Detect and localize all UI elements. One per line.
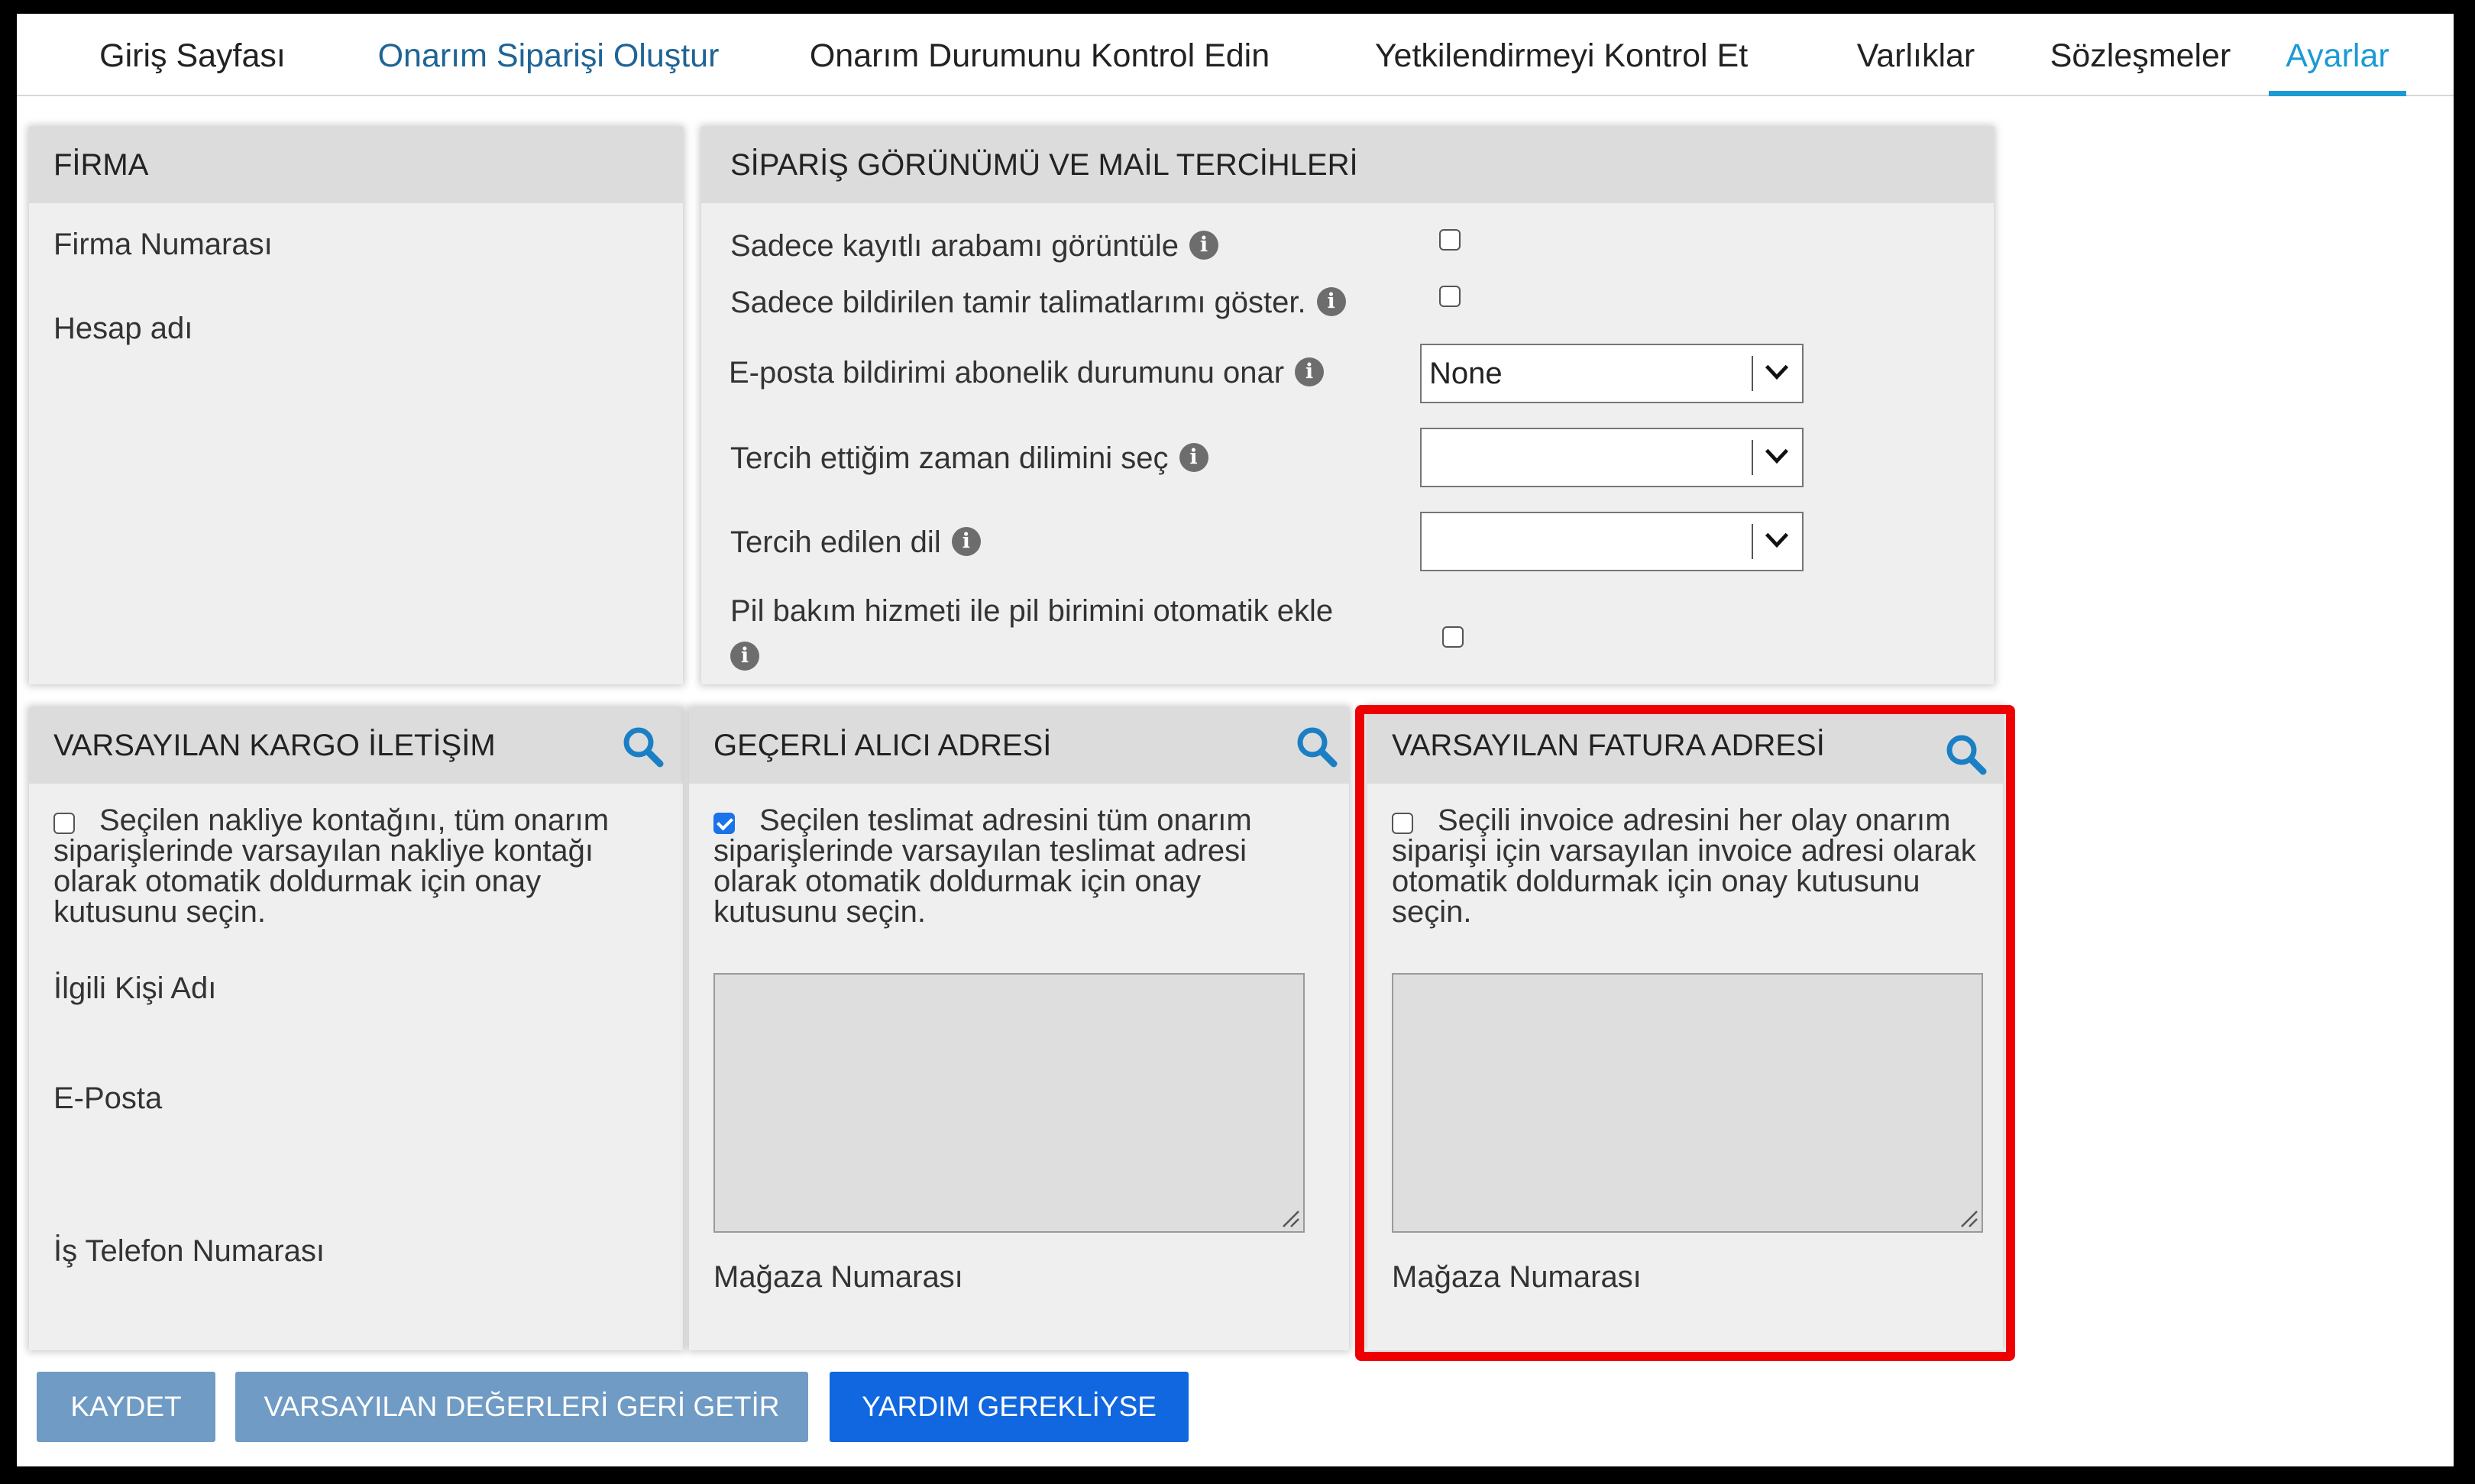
info-icon[interactable]: i	[1189, 231, 1219, 260]
restore-defaults-button[interactable]: VARSAYILAN DEĞERLERİ GERİ GETİR	[235, 1372, 808, 1442]
search-icon[interactable]	[620, 724, 666, 770]
tab-contracts[interactable]: Sözleşmeler	[2033, 14, 2247, 93]
preferred-language-label: Tercih edilen dil i	[730, 525, 981, 560]
timezone-label: Tercih ettiğim zaman dilimini seç i	[730, 441, 1208, 476]
show-reported-repairs-label: Sadece bildirilen tamir talimatlarımı gö…	[730, 286, 1346, 320]
default-shipping-contact-panel: VARSAYILAN KARGO İLETİŞİM Seçilen nakliy…	[29, 707, 683, 1350]
show-reported-repairs-checkbox[interactable]	[1439, 286, 1461, 307]
timezone-select[interactable]	[1420, 428, 1804, 487]
search-icon[interactable]	[1294, 724, 1340, 770]
chevron-down-icon	[1765, 364, 1789, 380]
save-button[interactable]: KAYDET	[37, 1372, 215, 1442]
panel-title: SİPARİŞ GÖRÜNÜMÜ VE MAİL TERCİHLERİ	[730, 148, 1358, 182]
resize-handle-icon[interactable]	[1280, 1208, 1300, 1228]
select-value: None	[1429, 357, 1503, 390]
panel-header: SİPARİŞ GÖRÜNÜMÜ VE MAİL TERCİHLERİ	[701, 127, 1994, 203]
battery-service-checkbox[interactable]	[1442, 626, 1464, 648]
current-recipient-address-panel: GEÇERLİ ALICI ADRESİ Seçilen teslimat ad…	[689, 707, 1349, 1350]
email-subscription-label: E-posta bildirimi abonelik durumunu onar…	[729, 356, 1325, 390]
panel-header: VARSAYILAN FATURA ADRESİ	[1367, 707, 2003, 784]
email-subscription-select[interactable]: None	[1420, 344, 1804, 403]
work-phone-label: İş Telefon Numarası	[53, 1234, 325, 1268]
panel-header: FİRMA	[29, 127, 683, 203]
account-name-label: Hesap adı	[53, 312, 193, 345]
resize-handle-icon[interactable]	[1959, 1208, 1978, 1228]
default-invoice-address-panel: VARSAYILAN FATURA ADRESİ Seçili invoice …	[1367, 707, 2003, 1350]
panel-header: GEÇERLİ ALICI ADRESİ	[689, 707, 1349, 784]
panel-title: VARSAYILAN FATURA ADRESİ	[1392, 729, 1825, 762]
invoice-address-description: Seçili invoice adresini her olay onarım …	[1392, 803, 1976, 929]
order-view-mail-preferences-panel: SİPARİŞ GÖRÜNÜMÜ VE MAİL TERCİHLERİ Sade…	[701, 127, 1994, 684]
panel-header: VARSAYILAN KARGO İLETİŞİM	[29, 707, 683, 784]
settings-page: Giriş Sayfası Onarım Siparişi Oluştur On…	[17, 14, 2454, 1466]
info-icon[interactable]: i	[730, 642, 759, 671]
tab-assets[interactable]: Varlıklar	[1839, 14, 1992, 93]
panel-title: GEÇERLİ ALICI ADRESİ	[713, 729, 1052, 762]
panel-title: FİRMA	[53, 148, 149, 182]
info-icon[interactable]: i	[1316, 287, 1346, 317]
info-icon[interactable]: i	[1179, 443, 1208, 473]
tab-create-repair-order[interactable]: Onarım Siparişi Oluştur	[339, 14, 758, 93]
firma-panel: FİRMA Firma Numarası Hesap adı	[29, 127, 683, 684]
tab-check-authorization[interactable]: Yetkilendirmeyi Kontrol Et	[1355, 14, 1768, 93]
info-icon[interactable]: i	[1295, 357, 1325, 387]
store-number-label: Mağaza Numarası	[713, 1260, 963, 1294]
email-label: E-Posta	[53, 1081, 163, 1115]
invoice-address-textarea[interactable]	[1392, 973, 1983, 1233]
panel-title: VARSAYILAN KARGO İLETİŞİM	[53, 729, 496, 762]
help-button[interactable]: YARDIM GEREKLİYSE	[830, 1372, 1189, 1442]
chevron-down-icon	[1765, 532, 1789, 548]
recipient-address-textarea[interactable]	[713, 973, 1305, 1233]
show-registered-cars-checkbox[interactable]	[1439, 229, 1461, 251]
preferred-language-select[interactable]	[1420, 512, 1804, 571]
search-icon[interactable]	[1943, 732, 1989, 778]
tab-settings[interactable]: Ayarlar	[2269, 14, 2406, 96]
show-registered-cars-label: Sadece kayıtlı arabamı görüntüle i	[730, 229, 1219, 263]
shipping-contact-description: Seçilen nakliye kontağını, tüm onarım si…	[53, 803, 610, 929]
recipient-address-description: Seçilen teslimat adresini tüm onarım sip…	[713, 803, 1252, 929]
chevron-down-icon	[1765, 448, 1789, 464]
firma-number-label: Firma Numarası	[53, 228, 273, 261]
top-navigation: Giriş Sayfası Onarım Siparişi Oluştur On…	[17, 14, 2454, 96]
tab-home[interactable]: Giriş Sayfası	[70, 14, 315, 93]
tab-check-repair-status[interactable]: Onarım Durumunu Kontrol Edin	[785, 14, 1294, 93]
info-icon[interactable]: i	[951, 527, 981, 557]
store-number-label: Mağaza Numarası	[1392, 1260, 1642, 1294]
contact-name-label: İlgili Kişi Adı	[53, 972, 217, 1005]
battery-service-label: Pil bakım hizmeti ile pil birimini otoma…	[730, 594, 1334, 628]
